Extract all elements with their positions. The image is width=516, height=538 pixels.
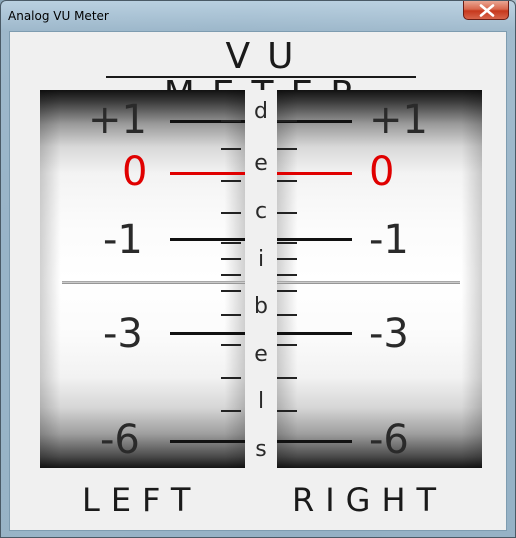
small-tick <box>221 180 241 182</box>
left-mark-minus3: -3 <box>103 311 143 357</box>
right-mark-minus6: -6 <box>369 417 409 463</box>
left-mark-minus6: -6 <box>100 417 140 463</box>
left-meter: +1 0 -1 -3 -6 <box>40 90 245 468</box>
small-tick <box>277 410 297 412</box>
small-tick <box>277 377 297 379</box>
center-letter-2: e <box>254 151 268 176</box>
app-window: Analog VU Meter VU METER +1 0 -1 -3 -6 d <box>0 0 516 538</box>
left-mark-minus1: -1 <box>103 217 143 263</box>
title-bar[interactable]: Analog VU Meter <box>1 1 515 30</box>
right-tick-minus1 <box>277 238 352 241</box>
small-tick <box>277 242 297 244</box>
left-tick-minus6 <box>170 440 245 443</box>
center-letter-6: e <box>254 342 268 367</box>
decibels-strip: d e c i b e l s <box>245 90 277 468</box>
small-tick <box>277 180 297 182</box>
right-mark-minus3: -3 <box>369 311 409 357</box>
left-mark-plus1: +1 <box>88 97 147 143</box>
center-letter-3: c <box>254 199 268 224</box>
small-tick <box>221 290 241 292</box>
small-tick <box>221 242 241 244</box>
small-tick <box>277 274 297 276</box>
small-tick <box>277 120 297 122</box>
small-tick <box>221 212 241 214</box>
small-tick <box>221 274 241 276</box>
left-mark-0: 0 <box>122 149 148 195</box>
small-tick <box>277 314 297 316</box>
left-tick-0 <box>170 172 245 175</box>
small-tick <box>221 410 241 412</box>
small-tick <box>221 314 241 316</box>
right-channel-label: RIGHT <box>292 481 448 519</box>
center-letter-5: b <box>254 294 268 319</box>
center-letter-1: d <box>254 99 268 124</box>
right-mark-minus1: -1 <box>369 217 409 263</box>
small-tick <box>277 212 297 214</box>
center-letter-8: s <box>255 437 267 462</box>
close-icon <box>479 4 495 17</box>
left-tick-minus1 <box>170 238 245 241</box>
small-tick <box>221 377 241 379</box>
center-letter-4: i <box>257 247 265 272</box>
right-tick-0 <box>277 172 352 175</box>
small-tick <box>221 120 241 122</box>
small-tick <box>277 148 297 150</box>
vu-meter-panel: VU METER +1 0 -1 -3 -6 d e c i b e l s <box>9 31 507 531</box>
right-tick-minus3 <box>277 332 352 335</box>
small-tick <box>277 344 297 346</box>
right-tick-minus6 <box>277 440 352 443</box>
left-channel-label: LEFT <box>82 481 202 519</box>
meter-heading: VU METER <box>106 38 416 114</box>
left-tick-minus3 <box>170 332 245 335</box>
small-tick <box>221 148 241 150</box>
close-button[interactable] <box>463 1 509 20</box>
left-needle <box>62 281 245 284</box>
right-needle <box>277 281 460 284</box>
center-letter-7: l <box>257 389 265 414</box>
right-mark-plus1: +1 <box>369 97 428 143</box>
small-tick <box>277 290 297 292</box>
right-mark-0: 0 <box>369 149 395 195</box>
small-tick <box>221 344 241 346</box>
window-title: Analog VU Meter <box>8 9 109 23</box>
small-tick <box>277 258 297 260</box>
right-meter: +1 0 -1 -3 -6 <box>277 90 482 468</box>
small-tick <box>221 258 241 260</box>
